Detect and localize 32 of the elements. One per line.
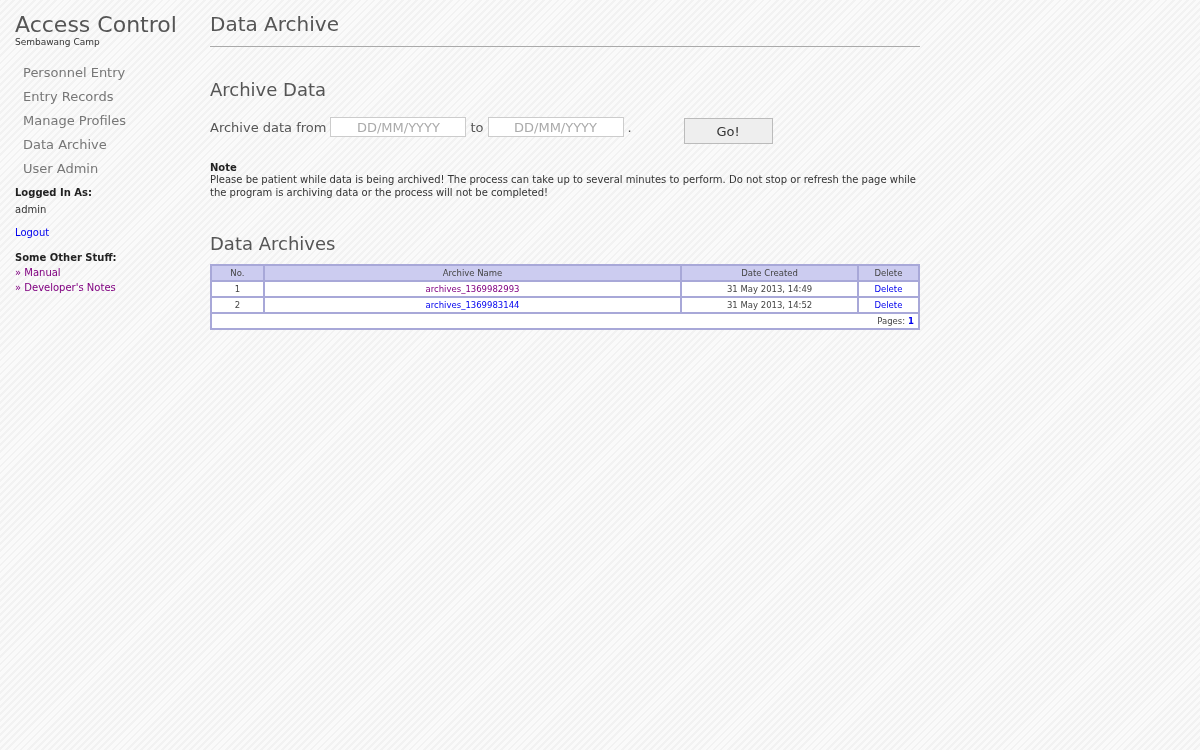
- logged-in-heading: Logged In As:: [15, 187, 93, 198]
- nav-link[interactable]: Entry Records: [23, 85, 114, 109]
- section-heading: Some Other Stuff:: [15, 252, 118, 263]
- column-header: Archive Name: [263, 265, 682, 281]
- pages-label: Pages:: [877, 316, 906, 326]
- go-button[interactable]: Go!: [683, 118, 773, 144]
- form-label: to: [470, 119, 484, 135]
- nav-link[interactable]: Personnel Entry: [23, 61, 126, 85]
- archive-link[interactable]: archives_1369983144: [425, 300, 520, 310]
- note-text: Please be patient while data is being archived! The process can take up to several minutes to perform. Do not stop or refresh the page while the program is archiving data or the process will not be completed!: [210, 173, 917, 199]
- app-subtitle: Sembawang Camp: [15, 37, 101, 47]
- page-link[interactable]: 1: [908, 316, 914, 326]
- date-input[interactable]: DD/MM/YYYY: [487, 117, 624, 137]
- app-title: Access Control: [15, 12, 178, 37]
- form-label: .: [627, 119, 632, 135]
- nav-link[interactable]: Manage Profiles: [23, 109, 126, 133]
- section-heading: Data Archives: [210, 233, 337, 254]
- logout-link[interactable]: Logout: [15, 227, 50, 238]
- form-label: Archive data from: [210, 119, 327, 135]
- nav-link[interactable]: Data Archive: [23, 133, 107, 157]
- column-header: No.: [211, 265, 264, 281]
- sidebar-link[interactable]: » Manual: [15, 267, 61, 278]
- page-title: Data Archive: [210, 12, 920, 47]
- archive-link[interactable]: archives_1369982993: [425, 284, 520, 294]
- sidebar-link[interactable]: » Developer's Notes: [15, 282, 116, 293]
- column-header: Delete: [857, 265, 919, 281]
- date-input[interactable]: DD/MM/YYYY: [330, 117, 467, 137]
- note-heading: Note: [210, 162, 238, 173]
- column-header: Date Created: [681, 265, 858, 281]
- username: admin: [15, 204, 48, 215]
- section-heading: Archive Data: [210, 79, 328, 100]
- nav-link[interactable]: User Admin: [23, 157, 99, 181]
